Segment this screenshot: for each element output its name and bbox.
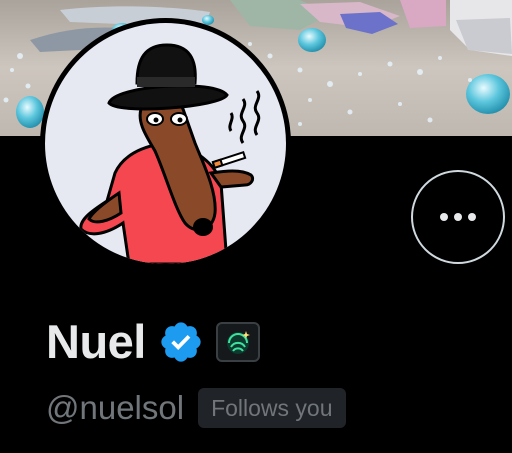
- verified-badge-icon[interactable]: [158, 319, 204, 365]
- affiliate-badge-icon[interactable]: [215, 322, 260, 362]
- profile-avatar[interactable]: [40, 18, 291, 269]
- follows-you-badge: Follows you: [198, 388, 346, 428]
- more-options-icon: [440, 213, 476, 221]
- profile-name-row: Nuel: [46, 313, 260, 371]
- profile-display-name: Nuel: [46, 315, 146, 368]
- profile-handle: @nuelsol: [46, 389, 185, 426]
- avatar-image: [45, 23, 286, 264]
- profile-handle-row: @nuelsol Follows you: [46, 386, 346, 430]
- more-options-button[interactable]: [411, 170, 505, 264]
